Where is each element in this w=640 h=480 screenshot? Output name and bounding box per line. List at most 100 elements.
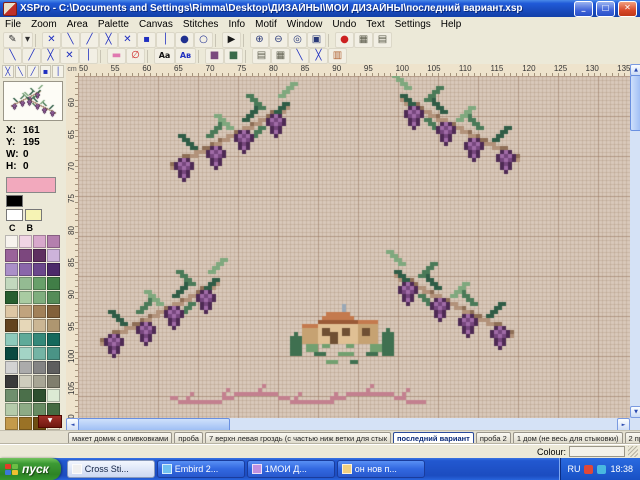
palette-swatch[interactable] [33, 347, 46, 360]
task-moi-dizainy[interactable]: 1МОИ Д... [247, 460, 335, 478]
horizontal-scrollbar[interactable]: ◄ ► [66, 418, 630, 430]
special-stitch-1[interactable]: ╲ [3, 48, 22, 64]
palette-swatch[interactable] [5, 249, 18, 262]
palette-swatch[interactable] [5, 291, 18, 304]
task-on-nov[interactable]: он нов п... [337, 460, 425, 478]
mini-half-back[interactable]: ╲ [15, 65, 27, 78]
title-bar[interactable]: XSPro - C:\Documents and Settings\Rimma\… [0, 0, 640, 17]
palette-swatch[interactable] [47, 291, 60, 304]
palette-swatch[interactable] [47, 277, 60, 290]
task-cross-stitch[interactable]: Cross Sti... [67, 460, 155, 478]
menu-file[interactable]: File [0, 18, 26, 32]
menu-help[interactable]: Help [436, 18, 467, 32]
palette-swatch[interactable] [19, 375, 32, 388]
mini-cross-stitch[interactable]: ╳ [2, 65, 14, 78]
palette-swatch[interactable] [19, 319, 32, 332]
vertical-scroll-thumb[interactable] [630, 75, 640, 131]
tab-verhn-levaya-grozd[interactable]: 7 верхн левая гроздь (с частью ниж ветки… [205, 432, 391, 445]
palette-swatch[interactable] [5, 333, 18, 346]
menu-motif[interactable]: Motif [250, 18, 282, 32]
layout-view-icon[interactable]: ▤ [252, 48, 271, 64]
palette-swatch[interactable] [47, 319, 60, 332]
palette-scroll-button[interactable]: ▼ [38, 415, 62, 428]
eraser-tool[interactable]: ▬ [107, 48, 126, 64]
stitch-canvas[interactable] [78, 76, 630, 418]
tray-icon-1[interactable] [584, 465, 593, 474]
tab-pravaya-nizh-gr[interactable]: 2 правая ниж гр [625, 432, 640, 445]
palette-swatch[interactable] [5, 375, 18, 388]
palette-swatch[interactable] [47, 347, 60, 360]
palette-swatch[interactable] [33, 319, 46, 332]
palette-swatch[interactable] [19, 361, 32, 374]
task-embird[interactable]: Embird 2... [157, 460, 245, 478]
palette-swatch[interactable] [5, 235, 18, 248]
menu-zoom[interactable]: Zoom [26, 18, 62, 32]
quarter-stitch-tool[interactable]: ╳ [99, 32, 118, 48]
palette-swatch[interactable] [19, 333, 32, 346]
palette-swatch[interactable] [19, 249, 32, 262]
vertical-scrollbar[interactable]: ▲ ▼ [630, 64, 640, 418]
tab-proba[interactable]: проба [174, 432, 203, 445]
palette-swatch[interactable] [19, 347, 32, 360]
palette-swatch[interactable] [33, 291, 46, 304]
clear-color-tool[interactable]: ∅ [126, 48, 145, 64]
palette-swatch[interactable] [33, 277, 46, 290]
palette-swatch[interactable] [19, 417, 32, 430]
swatch-green[interactable]: ■ [224, 48, 243, 64]
palette-swatch[interactable] [47, 375, 60, 388]
mini-half-forward[interactable]: ╱ [27, 65, 39, 78]
palette-swatch[interactable] [19, 291, 32, 304]
menu-palette[interactable]: Palette [93, 18, 134, 32]
grid-toggle[interactable]: ▦ [354, 32, 373, 48]
tab-posledniy-variant[interactable]: последний вариант [393, 432, 474, 445]
palette-swatch[interactable] [5, 305, 18, 318]
motif-stitch-b[interactable]: ╳ [309, 48, 328, 64]
palette-swatch[interactable] [33, 389, 46, 402]
zoom-actual-tool[interactable]: ◎ [288, 32, 307, 48]
french-knot-tool[interactable]: ● [175, 32, 194, 48]
palette-swatch[interactable] [47, 333, 60, 346]
palette-swatch[interactable] [5, 403, 18, 416]
palette-swatch[interactable] [19, 235, 32, 248]
mini-petite[interactable]: ▪ [40, 65, 52, 78]
palette-swatch[interactable] [5, 417, 18, 430]
palette-swatch[interactable] [19, 389, 32, 402]
resize-grip[interactable] [628, 446, 638, 457]
palette-swatch[interactable] [33, 375, 46, 388]
pencil-tool-dropdown[interactable]: ▾ [22, 32, 33, 48]
menu-undo[interactable]: Undo [327, 18, 361, 32]
tab-proba-2[interactable]: проба 2 [476, 432, 511, 445]
close-button[interactable]: ✕ [618, 1, 637, 17]
text-tool-cyrillic[interactable]: Aв [175, 48, 196, 64]
motif-stitch-a[interactable]: ╲ [290, 48, 309, 64]
palette-swatch[interactable] [19, 277, 32, 290]
palette-swatch[interactable] [47, 235, 60, 248]
palette-swatch[interactable] [47, 361, 60, 374]
menu-settings[interactable]: Settings [390, 18, 436, 32]
menu-window[interactable]: Window [282, 18, 328, 32]
maximize-button[interactable]: □ [596, 1, 615, 17]
bead-tool[interactable]: ○ [194, 32, 213, 48]
menu-text[interactable]: Text [361, 18, 389, 32]
tray-icon-2[interactable] [597, 465, 606, 474]
grid-view-icon[interactable]: ▦ [271, 48, 290, 64]
swatch-purple[interactable]: ■ [205, 48, 224, 64]
yellow-swatch[interactable] [25, 209, 42, 221]
petite-stitch-tool[interactable]: ▪ [137, 32, 156, 48]
black-swatch[interactable] [6, 195, 23, 207]
language-indicator[interactable]: RU [567, 464, 580, 474]
palette-swatch[interactable] [19, 263, 32, 276]
menu-stitches[interactable]: Stitches [178, 18, 224, 32]
minimize-button[interactable]: _ [574, 1, 593, 17]
mini-backstitch[interactable]: │ [52, 65, 64, 78]
half-stitch-forward-tool[interactable]: ╱ [80, 32, 99, 48]
zoom-in-tool[interactable]: ⊕ [250, 32, 269, 48]
palette-swatch[interactable] [33, 235, 46, 248]
palette-view-icon[interactable]: ▥ [328, 48, 347, 64]
palette-swatch[interactable] [5, 277, 18, 290]
start-button[interactable]: пуск [0, 458, 61, 480]
palette-swatch[interactable] [47, 389, 60, 402]
palette-swatch[interactable] [33, 361, 46, 374]
text-tool-latin[interactable]: Aa [154, 48, 175, 64]
white-swatch[interactable] [6, 209, 23, 221]
